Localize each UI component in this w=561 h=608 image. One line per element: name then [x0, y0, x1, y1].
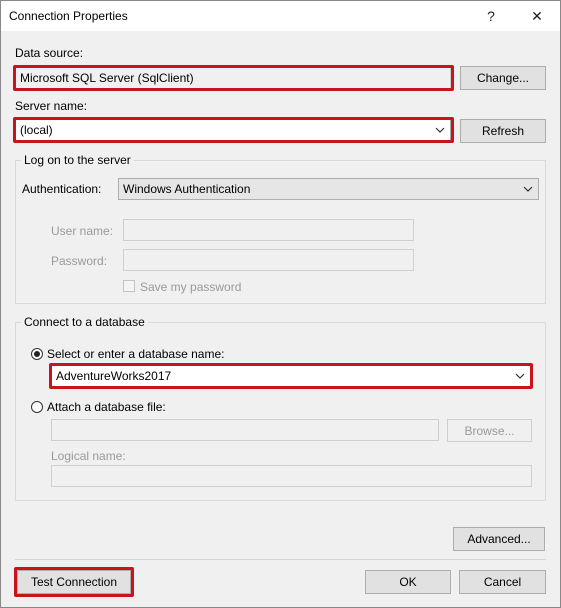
server-name-value: (local): [20, 123, 53, 137]
browse-button[interactable]: Browse...: [447, 419, 532, 442]
server-name-combo[interactable]: (local): [15, 119, 451, 141]
attach-file-input[interactable]: [51, 419, 439, 441]
data-source-label: Data source:: [15, 46, 84, 60]
connection-properties-dialog: Connection Properties ? ✕ Data source: M…: [0, 0, 561, 608]
attach-file-radio[interactable]: [31, 401, 43, 413]
authentication-label: Authentication:: [22, 182, 102, 196]
advanced-button[interactable]: Advanced...: [453, 527, 545, 551]
logical-name-input[interactable]: [51, 465, 532, 487]
logical-name-label: Logical name:: [51, 449, 126, 463]
chevron-down-icon[interactable]: [434, 120, 446, 140]
password-input[interactable]: [123, 249, 414, 271]
save-password-label: Save my password: [140, 280, 242, 294]
data-source-field: Microsoft SQL Server (SqlClient): [15, 67, 451, 89]
cancel-button[interactable]: Cancel: [459, 570, 546, 594]
window-title: Connection Properties: [9, 9, 128, 23]
database-group-title: Connect to a database: [21, 315, 148, 329]
logon-group-title: Log on to the server: [21, 153, 134, 167]
username-input[interactable]: [123, 219, 414, 241]
change-button[interactable]: Change...: [460, 66, 546, 90]
password-label: Password:: [51, 254, 108, 268]
footer-separator: [15, 559, 546, 560]
database-name-value: AdventureWorks2017: [56, 369, 172, 383]
refresh-button[interactable]: Refresh: [460, 119, 546, 143]
title-bar: Connection Properties ? ✕: [1, 1, 560, 31]
chevron-down-icon[interactable]: [514, 366, 526, 386]
select-database-label: Select or enter a database name:: [47, 347, 225, 361]
select-database-radio[interactable]: [31, 348, 43, 360]
server-name-label: Server name:: [15, 99, 88, 113]
attach-file-label: Attach a database file:: [47, 400, 166, 414]
help-button[interactable]: ?: [471, 1, 511, 31]
ok-button[interactable]: OK: [365, 570, 451, 594]
database-name-combo[interactable]: AdventureWorks2017: [51, 365, 531, 387]
chevron-down-icon[interactable]: [522, 179, 534, 199]
close-button[interactable]: ✕: [517, 1, 557, 31]
save-password-checkbox[interactable]: [123, 280, 135, 292]
username-label: User name:: [51, 224, 114, 238]
test-connection-button[interactable]: Test Connection: [17, 570, 131, 594]
authentication-combo[interactable]: Windows Authentication: [118, 178, 539, 200]
authentication-value: Windows Authentication: [123, 182, 251, 196]
